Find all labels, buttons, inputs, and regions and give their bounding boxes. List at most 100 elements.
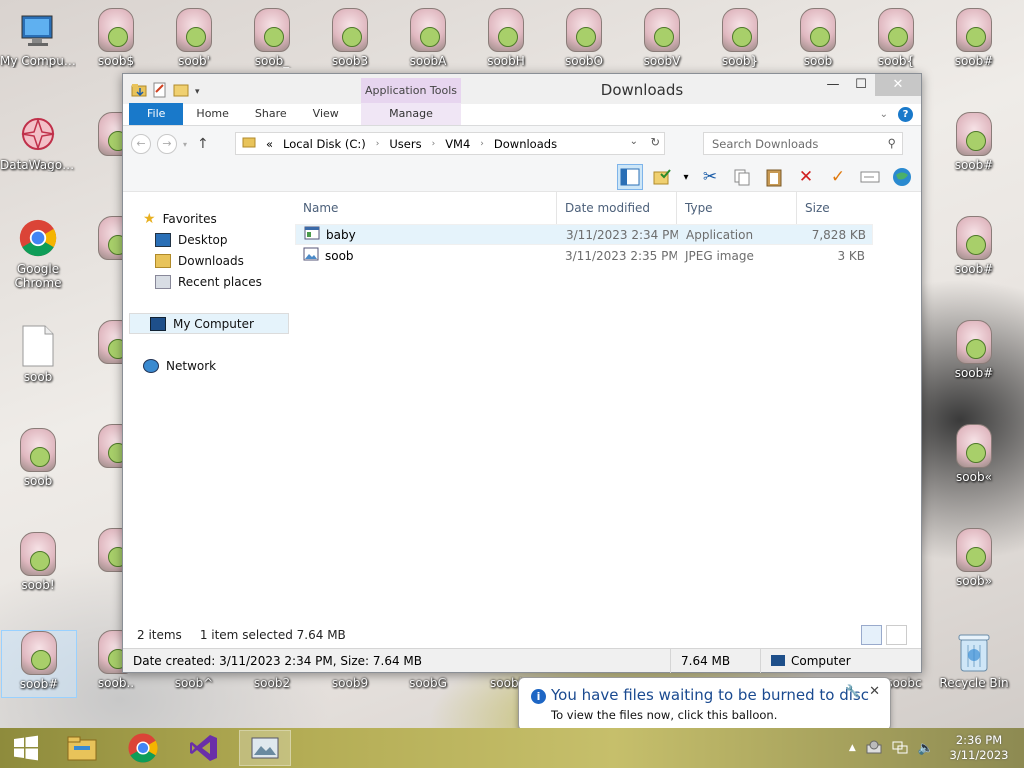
show-hidden-icons-icon[interactable]: ▲ bbox=[849, 743, 856, 753]
column-type[interactable]: Type bbox=[677, 192, 797, 224]
back-button[interactable]: ← bbox=[131, 134, 151, 154]
desktop-icon-my-computer[interactable]: My Computer bbox=[0, 8, 76, 68]
desktop-icon-soob-excl[interactable]: soob! bbox=[0, 532, 76, 592]
expand-ribbon-icon[interactable]: ⌄ bbox=[880, 109, 888, 120]
desktop-icon-google-chrome[interactable]: Google Chrome bbox=[0, 216, 76, 290]
desktop-icon-soob[interactable]: soobA bbox=[390, 8, 466, 68]
folder-options-icon[interactable] bbox=[649, 164, 675, 190]
forward-button[interactable]: → bbox=[157, 134, 177, 154]
search-icon: ⚲ bbox=[887, 136, 896, 150]
column-name[interactable]: Name bbox=[295, 192, 557, 224]
maximize-icon[interactable]: ☐ bbox=[847, 74, 875, 96]
taskbar-file-explorer[interactable] bbox=[56, 730, 108, 766]
details-view-icon[interactable] bbox=[861, 625, 882, 645]
chevron-right-icon[interactable]: › bbox=[480, 139, 484, 149]
chevron-down-icon[interactable]: ⌄ bbox=[630, 136, 638, 147]
taskbar-chrome[interactable] bbox=[117, 730, 169, 766]
desktop-icon-soob[interactable]: soob_ bbox=[234, 8, 310, 68]
tab-view[interactable]: View bbox=[300, 103, 352, 125]
desktop-icon-soob[interactable]: soob# bbox=[936, 112, 1012, 172]
chevron-right-icon[interactable]: › bbox=[376, 139, 380, 149]
large-icons-view-icon[interactable] bbox=[886, 625, 907, 645]
close-icon[interactable]: ✕ bbox=[875, 74, 921, 96]
taskbar-visual-studio[interactable] bbox=[178, 730, 230, 766]
desktop-icon-soob[interactable]: soob} bbox=[702, 8, 778, 68]
desktop-icon-soob[interactable]: soob$ bbox=[78, 8, 154, 68]
network-tray-icon[interactable] bbox=[892, 740, 908, 757]
nav-network[interactable]: Network bbox=[123, 355, 295, 376]
chevron-right-icon[interactable]: › bbox=[432, 139, 436, 149]
nav-downloads-label: Downloads bbox=[178, 253, 244, 268]
soob-image-icon bbox=[956, 8, 992, 52]
file-date: 3/11/2023 2:34 PM bbox=[566, 227, 678, 242]
breadcrumb-users[interactable]: Users bbox=[389, 137, 421, 151]
file-row-soob[interactable]: soob 3/11/2023 2:35 PM JPEG image 3 KB bbox=[295, 245, 873, 266]
volume-icon[interactable]: 🔈 bbox=[918, 741, 934, 756]
desktop-icon-soob[interactable]: soobO bbox=[546, 8, 622, 68]
desktop-icon-datawagon[interactable]: DataWagon... bbox=[0, 112, 76, 172]
desktop-icon-soob[interactable]: soob{ bbox=[858, 8, 934, 68]
desktop-icon-soob[interactable]: soob bbox=[0, 428, 76, 488]
delete-icon[interactable]: ✕ bbox=[793, 164, 819, 190]
desktop-icon-soob[interactable]: soob« bbox=[936, 424, 1012, 484]
options-icon[interactable]: 🔧 bbox=[845, 684, 860, 698]
taskbar: ▲ 🔈 2:36 PM 3/11/2023 bbox=[0, 728, 1024, 768]
copy-icon[interactable] bbox=[729, 164, 755, 190]
nav-favorites[interactable]: ★ Favorites bbox=[123, 208, 295, 229]
taskbar-active-app[interactable] bbox=[239, 730, 291, 766]
desktop-icon-soob[interactable]: soob» bbox=[936, 528, 1012, 588]
breadcrumb-local-disk[interactable]: Local Disk (C:) bbox=[283, 137, 366, 151]
breadcrumb-downloads[interactable]: Downloads bbox=[494, 137, 557, 151]
preview-pane-icon[interactable] bbox=[617, 164, 643, 190]
globe-icon[interactable] bbox=[889, 164, 915, 190]
minimize-icon[interactable]: — bbox=[819, 74, 847, 96]
file-row-baby[interactable]: baby 3/11/2023 2:34 PM Application 7,828… bbox=[295, 224, 873, 245]
datawagon-icon bbox=[18, 112, 58, 156]
desktop-icon-soob[interactable]: soob# bbox=[936, 216, 1012, 276]
tab-manage[interactable]: Manage bbox=[361, 103, 461, 125]
cut-icon[interactable]: ✂ bbox=[697, 164, 723, 190]
nav-my-computer[interactable]: My Computer bbox=[129, 313, 289, 334]
dropdown-icon[interactable]: ▾ bbox=[681, 164, 691, 190]
address-overflow[interactable]: « bbox=[266, 137, 273, 151]
recent-places-icon bbox=[155, 274, 171, 289]
desktop-icon-recycle-bin[interactable]: Recycle Bin bbox=[936, 630, 1012, 690]
desktop-icon-soob[interactable]: soobH bbox=[468, 8, 544, 68]
desktop-icon-soob-file[interactable]: soob bbox=[0, 324, 76, 384]
clock[interactable]: 2:36 PM 3/11/2023 bbox=[944, 733, 1014, 763]
recent-locations-icon[interactable]: ▾ bbox=[183, 140, 187, 149]
command-toolbar: ▾ ✂ ✕ ✓ bbox=[123, 162, 921, 192]
rename-icon[interactable] bbox=[857, 164, 883, 190]
tab-share[interactable]: Share bbox=[242, 103, 300, 125]
desktop-icon-soob[interactable]: soob' bbox=[156, 8, 232, 68]
window-title: Downloads bbox=[600, 81, 684, 99]
desktop-icon-soob[interactable]: soob# bbox=[936, 320, 1012, 380]
refresh-icon[interactable]: ↻ bbox=[650, 135, 660, 149]
paste-icon[interactable] bbox=[761, 164, 787, 190]
details-bar: Date created: 3/11/2023 2:34 PM, Size: 7… bbox=[123, 648, 921, 673]
title-bar[interactable]: ▾ Application Tools Downloads — ☐ ✕ bbox=[123, 74, 921, 130]
breadcrumb-vm4[interactable]: VM4 bbox=[445, 137, 470, 151]
nav-downloads[interactable]: Downloads bbox=[123, 250, 295, 271]
address-bar[interactable]: « Local Disk (C:) › Users › VM4 › Downlo… bbox=[235, 132, 665, 155]
help-icon[interactable]: ? bbox=[898, 107, 913, 122]
close-icon[interactable]: ✕ bbox=[869, 684, 880, 699]
up-arrow-icon[interactable]: ↑ bbox=[197, 136, 209, 152]
desktop-icon-soob[interactable]: soobV bbox=[624, 8, 700, 68]
nav-recent-places[interactable]: Recent places bbox=[123, 271, 295, 292]
desktop-icon-soob[interactable]: soob bbox=[780, 8, 856, 68]
desktop-icon-soob[interactable]: soob# bbox=[936, 8, 1012, 68]
nav-network-label: Network bbox=[166, 358, 217, 373]
nav-desktop[interactable]: Desktop bbox=[123, 229, 295, 250]
search-input[interactable]: Search Downloads ⚲ bbox=[703, 132, 903, 155]
column-date-modified[interactable]: Date modified bbox=[557, 192, 677, 224]
burn-notification-balloon[interactable]: i You have files waiting to be burned to… bbox=[518, 677, 891, 740]
checkmark-icon[interactable]: ✓ bbox=[825, 164, 851, 190]
desktop-icon-soob[interactable]: soob3 bbox=[312, 8, 388, 68]
column-size[interactable]: Size bbox=[797, 192, 875, 224]
tab-home[interactable]: Home bbox=[183, 103, 241, 125]
desktop-icon-soob-hash-selected[interactable]: soob# bbox=[1, 630, 77, 698]
tab-file[interactable]: File bbox=[129, 103, 184, 125]
start-button[interactable] bbox=[0, 730, 52, 766]
burn-disc-icon[interactable] bbox=[866, 740, 882, 757]
